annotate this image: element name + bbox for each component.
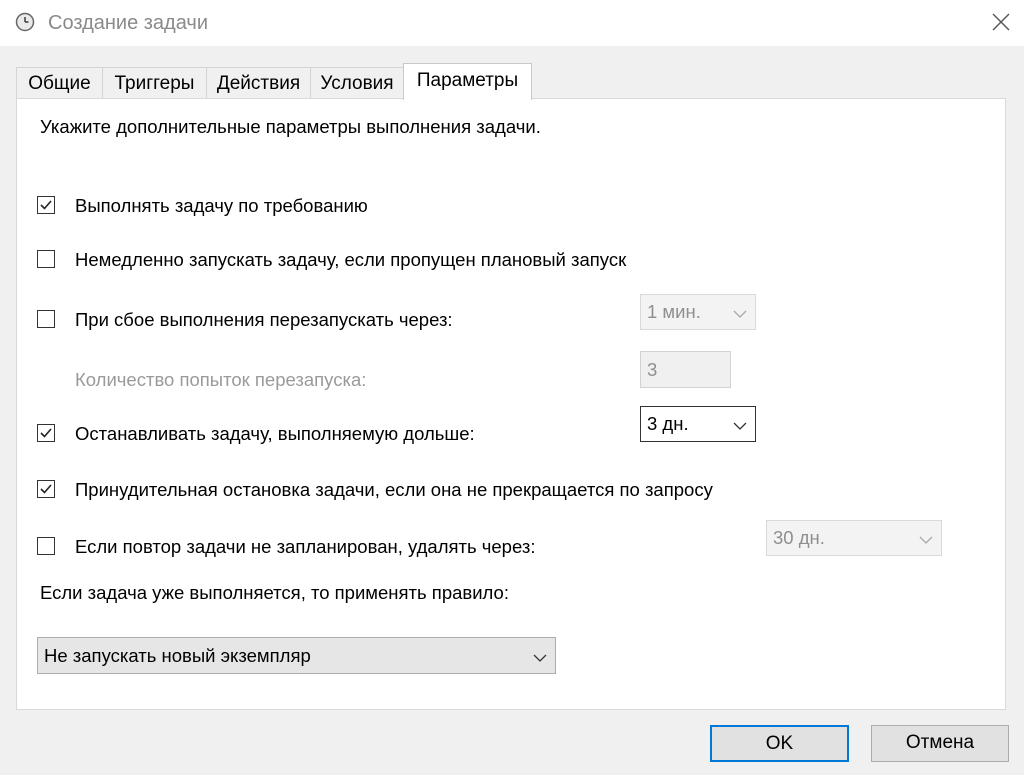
tab-triggers[interactable]: Триггеры <box>102 67 207 99</box>
intro-text: Укажите дополнительные параметры выполне… <box>40 116 541 137</box>
restart-interval-value: 1 мин. <box>647 301 701 322</box>
cancel-button[interactable]: Отмена <box>871 725 1009 762</box>
stop-duration-select[interactable]: 3 дн. <box>640 406 756 442</box>
chevron-down-icon <box>733 418 747 436</box>
delete-if-not-scheduled-checkbox[interactable] <box>37 537 55 555</box>
delete-if-not-scheduled-label[interactable]: Если повтор задачи не запланирован, удал… <box>75 536 535 558</box>
running-rule-value: Не запускать новый экземпляр <box>44 645 311 666</box>
delete-duration-value: 30 дн. <box>773 527 825 548</box>
checkmark-icon <box>40 484 52 494</box>
run-missed-label[interactable]: Немедленно запускать задачу, если пропущ… <box>75 249 626 271</box>
restart-interval-select: 1 мин. <box>640 294 756 330</box>
running-rule-select[interactable]: Не запускать новый экземпляр <box>37 637 556 674</box>
restart-count-value: 3 <box>647 359 658 380</box>
run-missed-checkbox[interactable] <box>37 250 55 268</box>
restart-count-input: 3 <box>640 351 731 388</box>
stop-if-longer-label[interactable]: Останавливать задачу, выполняемую дольше… <box>75 423 475 445</box>
force-stop-label[interactable]: Принудительная остановка задачи, если он… <box>75 479 713 501</box>
restart-on-fail-label[interactable]: При сбое выполнения перезапускать через: <box>75 309 453 331</box>
chevron-down-icon <box>733 306 747 324</box>
run-on-demand-checkbox[interactable] <box>37 196 55 214</box>
stop-duration-value: 3 дн. <box>647 413 689 434</box>
title-bar: Создание задачи <box>0 0 1024 46</box>
force-stop-checkbox[interactable] <box>37 480 55 498</box>
window-title: Создание задачи <box>48 12 208 34</box>
chevron-down-icon <box>919 532 933 550</box>
run-on-demand-label[interactable]: Выполнять задачу по требованию <box>75 195 368 217</box>
tab-conditions[interactable]: Условия <box>310 67 404 99</box>
settings-panel: Укажите дополнительные параметры выполне… <box>16 98 1006 710</box>
tab-strip: Общие Триггеры Действия Условия Параметр… <box>16 63 1016 100</box>
close-button[interactable] <box>984 6 1018 38</box>
tab-general[interactable]: Общие <box>16 67 103 99</box>
close-icon <box>992 13 1010 31</box>
delete-duration-select: 30 дн. <box>766 520 942 556</box>
running-rule-label: Если задача уже выполняется, то применят… <box>40 582 509 603</box>
checkmark-icon <box>40 200 52 210</box>
checkmark-icon <box>40 428 52 438</box>
restart-on-fail-checkbox[interactable] <box>37 310 55 328</box>
clock-icon <box>15 12 35 32</box>
chevron-down-icon <box>533 650 547 668</box>
tab-settings[interactable]: Параметры <box>403 63 532 100</box>
stop-if-longer-checkbox[interactable] <box>37 424 55 442</box>
tab-actions[interactable]: Действия <box>206 67 311 99</box>
ok-button[interactable]: OK <box>710 725 849 762</box>
restart-count-label: Количество попыток перезапуска: <box>75 369 367 390</box>
